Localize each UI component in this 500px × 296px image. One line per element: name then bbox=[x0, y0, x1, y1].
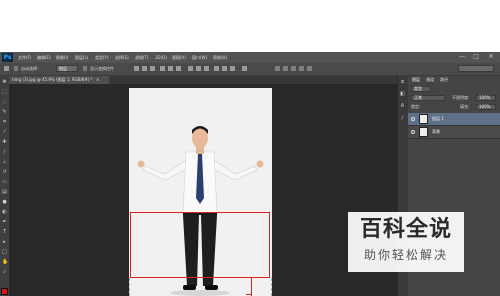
layer-row-background[interactable]: 背景 bbox=[408, 126, 500, 139]
tools-panel: ✥ ⬚ ◌ ✎ ⌗ ⁄ ✚ ∕ ⊥ ↺ ▭ ▤ ● ◐ ✒ T ▸ □ ✋ ⌕ bbox=[0, 76, 10, 296]
watermark-title: 百科全说 bbox=[359, 217, 452, 242]
kind-filter-dropdown[interactable]: 类型 bbox=[411, 86, 431, 92]
selection-rectangle[interactable] bbox=[130, 212, 270, 278]
history-brush-tool-icon[interactable]: ↺ bbox=[2, 170, 7, 175]
adjust-icon[interactable]: ◧ bbox=[400, 92, 405, 97]
layer-thumbnail bbox=[419, 114, 428, 124]
align-bottom-icon[interactable] bbox=[150, 66, 155, 71]
menu-help[interactable]: 帮助(H) bbox=[213, 54, 227, 61]
menu-filter[interactable]: 滤镜(T) bbox=[135, 54, 149, 61]
path-select-tool-icon[interactable]: ▸ bbox=[2, 240, 7, 245]
tab-channels[interactable]: 通道 bbox=[426, 77, 434, 83]
pen-tool-icon[interactable]: ✒ bbox=[2, 220, 7, 225]
blend-mode-dropdown[interactable]: 正常 bbox=[411, 95, 445, 101]
show-transform-label: 显示变换控件 bbox=[90, 66, 114, 71]
distribute-right-icon[interactable] bbox=[230, 66, 235, 71]
3d-drag-icon[interactable] bbox=[291, 66, 296, 71]
fill-label: 填充: bbox=[460, 104, 470, 109]
page-margin-top bbox=[0, 0, 500, 52]
3d-slide-icon[interactable] bbox=[299, 66, 304, 71]
gradient-tool-icon[interactable]: ▤ bbox=[2, 190, 7, 195]
opacity-label: 不透明度: bbox=[452, 95, 470, 100]
fill-field[interactable]: 100% bbox=[476, 104, 496, 110]
layer-name: 背景 bbox=[432, 129, 440, 134]
opacity-field[interactable]: 100% bbox=[476, 95, 496, 101]
options-bar: 自动选择： 图层 显示变换控件 bbox=[0, 63, 500, 76]
lock-label: 锁定: bbox=[411, 104, 421, 109]
brush-icon[interactable]: ∕ bbox=[400, 116, 405, 121]
minimize-button[interactable]: — bbox=[456, 53, 468, 61]
close-button[interactable]: ✕ bbox=[485, 53, 497, 61]
marching-ants bbox=[129, 278, 272, 296]
menu-image[interactable]: 图像(I) bbox=[56, 54, 68, 61]
align-middle-icon[interactable] bbox=[142, 66, 147, 71]
shape-tool-icon[interactable]: □ bbox=[2, 250, 7, 255]
menu-bar: Ps 文件(F) 编辑(E) 图像(I) 图层(L) 类型(Y) 选择(S) 滤… bbox=[0, 52, 500, 63]
checkbox-icon[interactable] bbox=[14, 66, 18, 71]
layer-row-1[interactable]: 图层 1 bbox=[408, 113, 500, 126]
clone-stamp-tool-icon[interactable]: ⊥ bbox=[2, 160, 7, 165]
healing-brush-tool-icon[interactable]: ✚ bbox=[2, 140, 7, 145]
distribute-center-icon[interactable] bbox=[222, 66, 227, 71]
distribute-left-icon[interactable] bbox=[214, 66, 219, 71]
3d-roll-icon[interactable] bbox=[283, 66, 288, 71]
history-icon[interactable]: ⧖ bbox=[400, 80, 405, 85]
align-right-icon[interactable] bbox=[176, 66, 181, 71]
eraser-tool-icon[interactable]: ▭ bbox=[2, 180, 7, 185]
menu-layer[interactable]: 图层(L) bbox=[75, 54, 88, 61]
move-tool-icon[interactable] bbox=[4, 66, 9, 71]
tab-close-icon[interactable]: × bbox=[96, 77, 99, 82]
layer-name: 图层 1 bbox=[432, 116, 444, 121]
dodge-tool-icon[interactable]: ◐ bbox=[2, 210, 7, 215]
menu-3d[interactable]: 3D(D) bbox=[155, 54, 167, 61]
marquee-tool-icon[interactable]: ⬚ bbox=[2, 90, 7, 95]
hand-tool-icon[interactable]: ✋ bbox=[2, 260, 8, 265]
distribute-middle-icon[interactable] bbox=[196, 66, 201, 71]
type-icon[interactable]: A bbox=[400, 104, 405, 109]
3d-scale-icon[interactable] bbox=[307, 66, 312, 71]
crop-tool-icon[interactable]: ⌗ bbox=[2, 120, 7, 125]
foreground-color-swatch[interactable] bbox=[1, 288, 8, 295]
eye-icon[interactable] bbox=[411, 130, 415, 134]
tab-paths[interactable]: 路径 bbox=[440, 77, 448, 83]
blur-tool-icon[interactable]: ● bbox=[2, 200, 7, 205]
menu-window[interactable]: 窗口(W) bbox=[192, 54, 207, 61]
lasso-tool-icon[interactable]: ◌ bbox=[2, 100, 7, 105]
move-tool-icon[interactable]: ✥ bbox=[2, 80, 7, 85]
align-center-icon[interactable] bbox=[168, 66, 173, 71]
brush-tool-icon[interactable]: ∕ bbox=[2, 150, 7, 155]
auto-select-dropdown[interactable]: 图层 bbox=[56, 65, 78, 72]
auto-select-label: 自动选择： bbox=[21, 66, 41, 71]
menu-edit[interactable]: 编辑(E) bbox=[37, 54, 51, 61]
distribute-top-icon[interactable] bbox=[188, 66, 193, 71]
maximize-button[interactable]: □ bbox=[470, 53, 482, 61]
eye-icon[interactable] bbox=[411, 117, 415, 121]
document-tab-bar: timg (3).jpg @ 45.9% (图层 1, RGB/8#) * × bbox=[9, 76, 399, 84]
document-tab-title: timg (3).jpg @ 45.9% (图层 1, RGB/8#) * bbox=[12, 77, 93, 82]
quick-select-tool-icon[interactable]: ✎ bbox=[2, 110, 7, 115]
3d-rotate-icon[interactable] bbox=[275, 66, 280, 71]
layer-thumbnail bbox=[419, 127, 428, 137]
watermark-subtitle: 助你轻松解决 bbox=[363, 248, 448, 262]
eyedropper-tool-icon[interactable]: ⁄ bbox=[2, 130, 7, 135]
menu-file[interactable]: 文件(F) bbox=[18, 54, 31, 61]
align-left-icon[interactable] bbox=[160, 66, 165, 71]
workspace-switcher[interactable] bbox=[458, 65, 494, 72]
watermark: 百科全说 助你轻松解决 bbox=[348, 212, 464, 272]
document-tab[interactable]: timg (3).jpg @ 45.9% (图层 1, RGB/8#) * × bbox=[9, 76, 109, 84]
tab-layers[interactable]: 图层 bbox=[412, 77, 420, 83]
menu-type[interactable]: 类型(Y) bbox=[95, 54, 109, 61]
photoshop-logo: Ps bbox=[2, 53, 13, 62]
type-tool-icon[interactable]: T bbox=[2, 230, 7, 235]
zoom-tool-icon[interactable]: ⌕ bbox=[2, 270, 7, 275]
show-transform-checkbox[interactable] bbox=[83, 66, 87, 71]
auto-align-icon[interactable] bbox=[242, 66, 247, 71]
menu-select[interactable]: 选择(S) bbox=[115, 54, 129, 61]
distribute-bottom-icon[interactable] bbox=[204, 66, 209, 71]
menu-view[interactable]: 视图(V) bbox=[172, 54, 186, 61]
align-top-icon[interactable] bbox=[134, 66, 139, 71]
